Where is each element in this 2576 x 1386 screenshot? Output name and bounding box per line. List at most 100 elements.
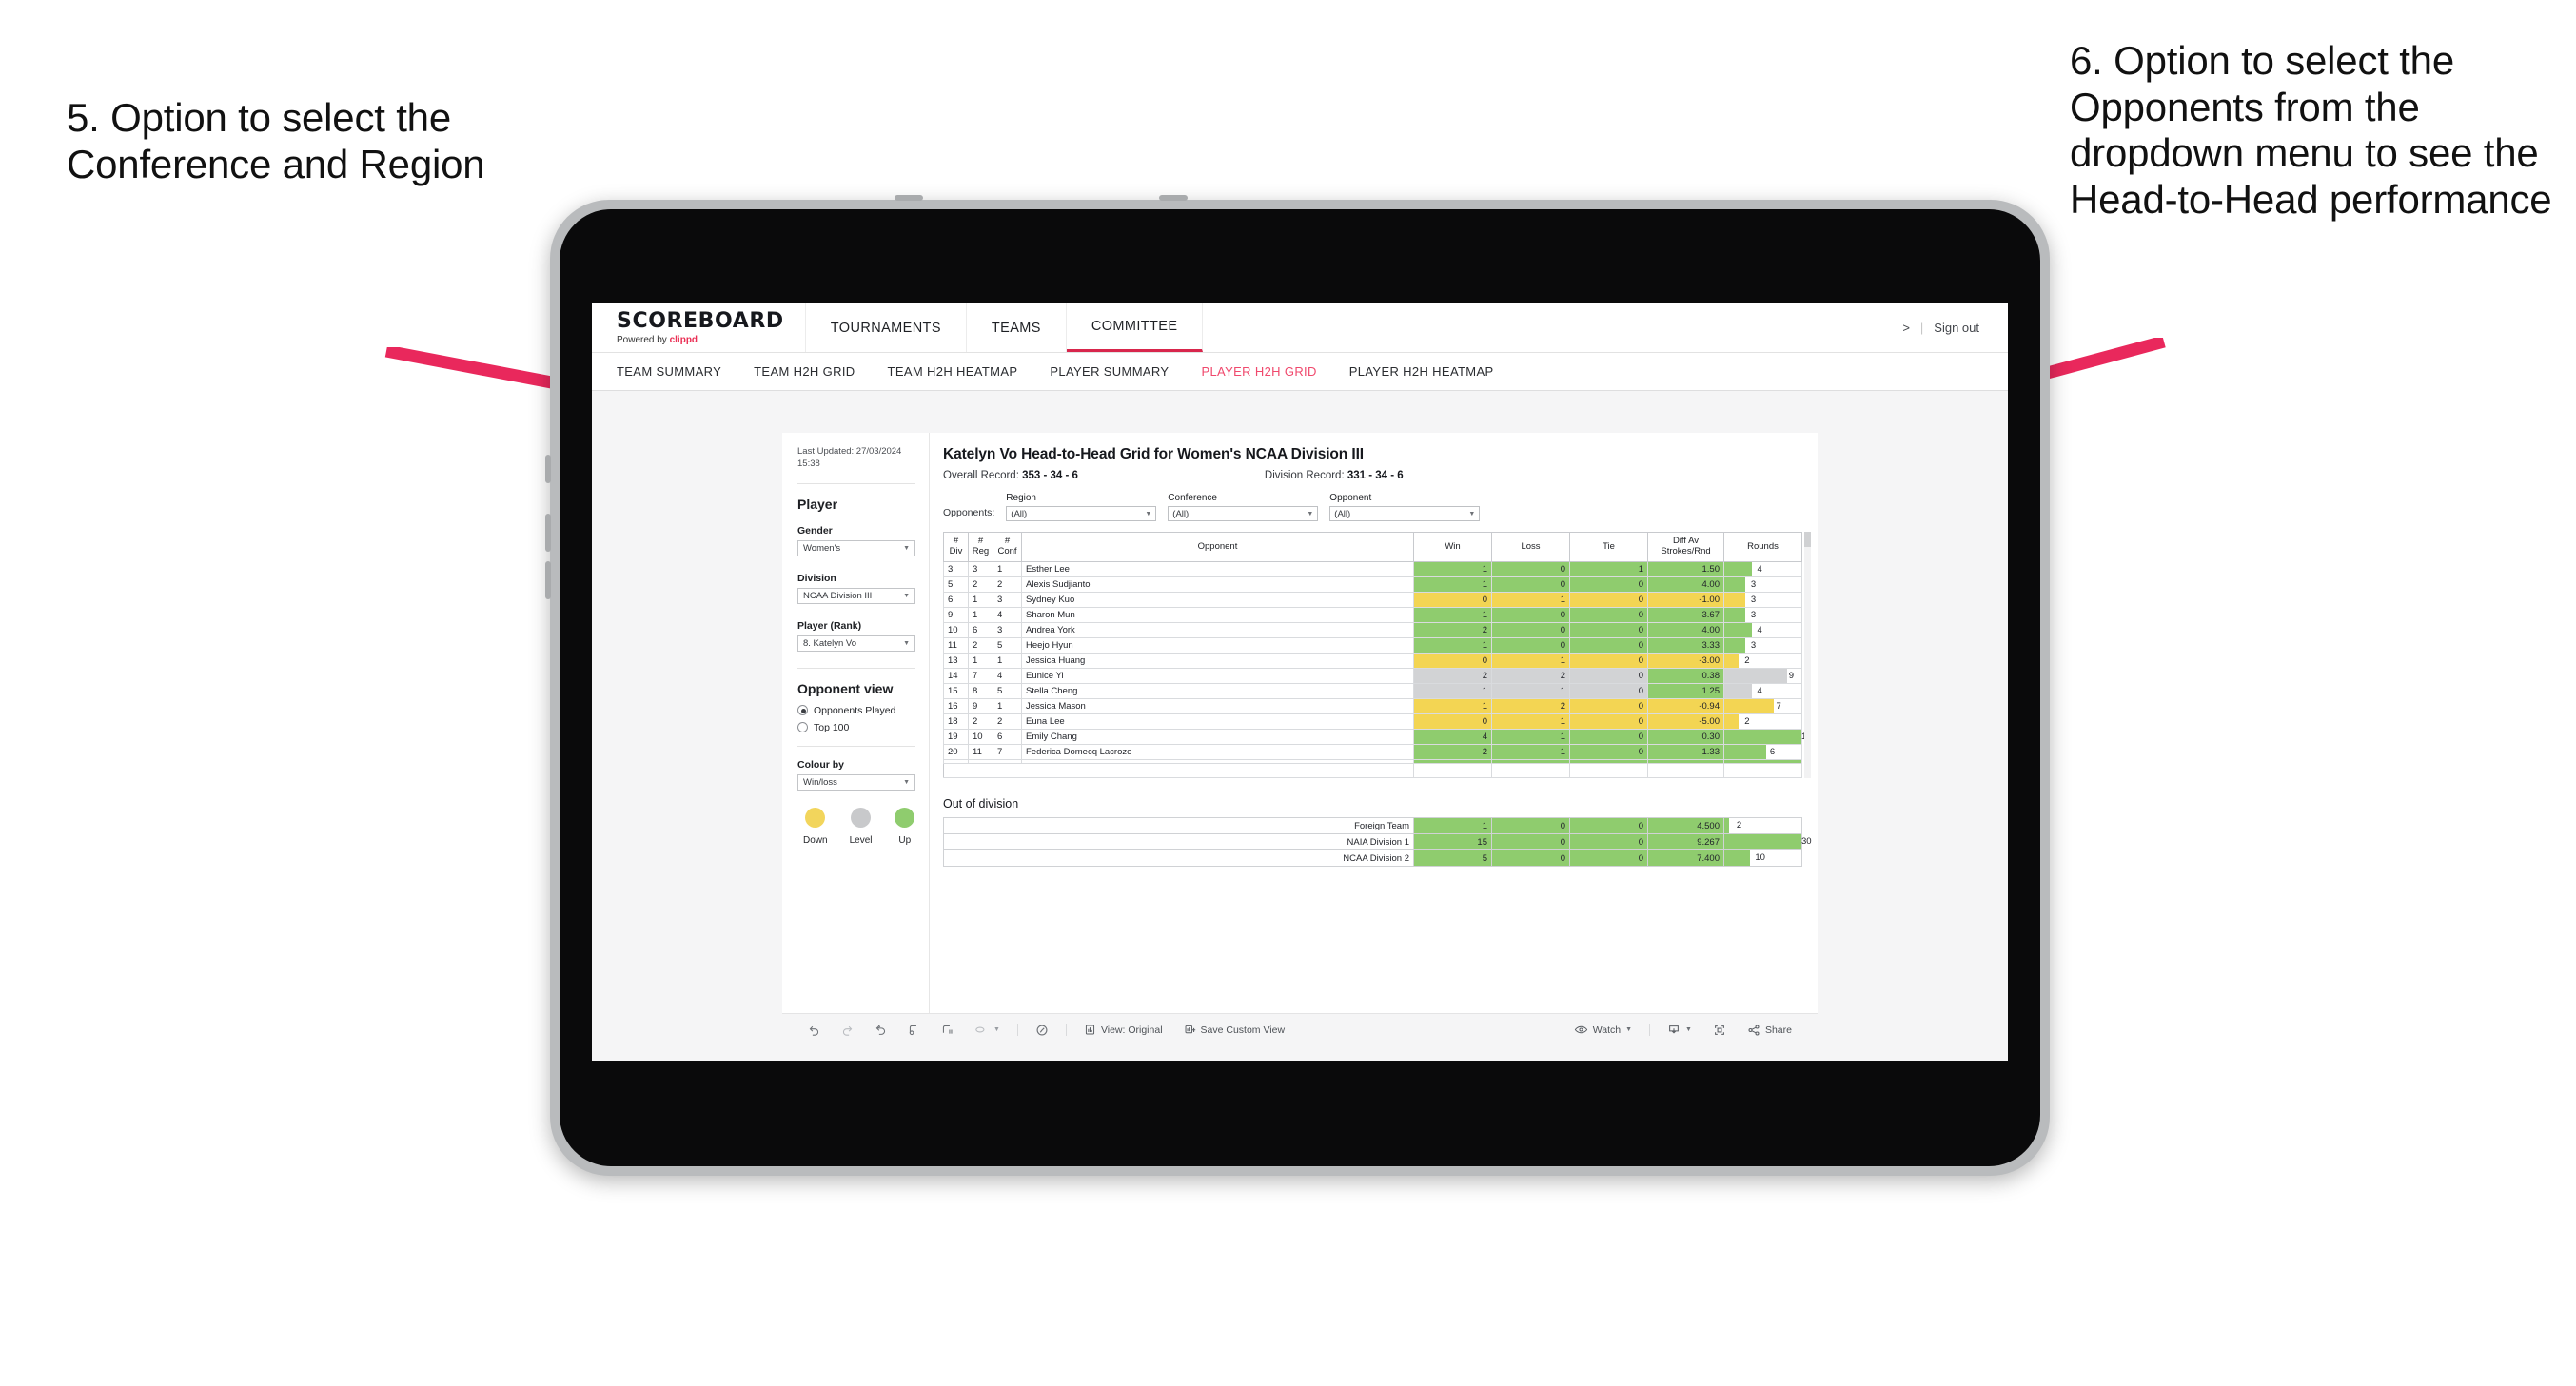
rounds-value: 2 bbox=[1744, 716, 1750, 727]
cell-diff: -1.00 bbox=[1647, 592, 1724, 608]
table-row: 6 1 3 Sydney Kuo 0 1 0 -1.00 3 bbox=[943, 592, 1802, 608]
cell-loss: 1 bbox=[1491, 713, 1570, 730]
view-original-label: View: Original bbox=[1100, 1024, 1163, 1036]
rounds-value: 2 bbox=[1736, 820, 1742, 830]
cell-reg: 11 bbox=[968, 744, 993, 760]
table-row: 19106Emily Chang4100.3011 bbox=[943, 729, 1811, 745]
sign-out-link[interactable]: Sign out bbox=[1934, 321, 1979, 335]
cell-opponent: Euna Lee bbox=[1021, 713, 1414, 730]
highlight-button[interactable]: ▼ bbox=[964, 1024, 1011, 1036]
cell-rounds: 11 bbox=[1723, 729, 1811, 745]
toolbar-divider-3 bbox=[1649, 1024, 1651, 1036]
cell-loss: 1 bbox=[1491, 653, 1570, 669]
watch-button[interactable]: Watch ▼ bbox=[1563, 1024, 1642, 1036]
undo-button[interactable] bbox=[797, 1024, 831, 1036]
tablet-button-volume-up bbox=[545, 514, 551, 552]
rounds-bar bbox=[1724, 818, 1730, 833]
device-preview-button[interactable] bbox=[1025, 1024, 1059, 1037]
table-row: 13 1 1 Jessica Huang 0 1 0 -3.00 2 bbox=[943, 653, 1802, 669]
chevron-down-icon: ▼ bbox=[1307, 510, 1314, 517]
page-title: Katelyn Vo Head-to-Head Grid for Women's… bbox=[943, 446, 1364, 462]
opponent-view-option-top-100[interactable]: Top 100 bbox=[797, 722, 915, 733]
table-row: 16 9 1 Jessica Mason 1 2 0 -0.94 7 bbox=[943, 698, 1802, 714]
rounds-value: 4 bbox=[1757, 564, 1762, 575]
cell-diff: 0.30 bbox=[1647, 729, 1724, 745]
player-rank-select[interactable]: 8. Katelyn Vo ▼ bbox=[797, 634, 915, 652]
chevron-down-icon: ▼ bbox=[1685, 1026, 1692, 1033]
column-header-tie: Tie bbox=[1569, 532, 1648, 562]
grid-scrollbar[interactable] bbox=[1804, 532, 1811, 778]
filter-select-region[interactable]: (All) ▼ bbox=[1006, 506, 1157, 521]
cell-win: 1 bbox=[1413, 698, 1492, 714]
sub-nav-item-player-h2h-grid[interactable]: PLAYER H2H GRID bbox=[1201, 364, 1316, 379]
top-nav-item-teams[interactable]: TEAMS bbox=[967, 303, 1067, 352]
share-label: Share bbox=[1764, 1024, 1792, 1036]
top-nav-item-tournaments[interactable]: TOURNAMENTS bbox=[806, 303, 967, 352]
cell-label: Foreign Team bbox=[943, 817, 1414, 834]
sidebar-divider-1 bbox=[797, 482, 915, 484]
cell-tie: 0 bbox=[1569, 668, 1648, 684]
rounds-bar bbox=[1724, 654, 1739, 668]
revert-button[interactable] bbox=[864, 1024, 897, 1036]
sub-nav-item-team-summary[interactable]: TEAM SUMMARY bbox=[617, 364, 721, 379]
cell-rounds: 4 bbox=[1723, 683, 1802, 699]
cell-tie: 1 bbox=[1569, 561, 1648, 577]
cell-win: 1 bbox=[1413, 637, 1492, 654]
cell-opponent: Stella Cheng bbox=[1021, 683, 1414, 699]
view-original-button[interactable]: View: Original bbox=[1073, 1024, 1173, 1036]
sub-nav-item-player-summary[interactable]: PLAYER SUMMARY bbox=[1050, 364, 1169, 379]
fullscreen-button[interactable] bbox=[1702, 1024, 1737, 1037]
filter-label-region: Region bbox=[1006, 493, 1036, 503]
cell-rounds: 2 bbox=[1723, 713, 1802, 730]
brand-logo[interactable]: SCOREBOARD Powered by clippd bbox=[592, 303, 806, 352]
table-row: 3 3 1 Esther Lee 1 0 1 1.50 4 bbox=[943, 561, 1802, 577]
cell-tie: 0 bbox=[1569, 576, 1648, 593]
cell-tie: 0 bbox=[1569, 653, 1648, 669]
out-of-division-heading: Out of division bbox=[943, 797, 1019, 810]
cell-loss: 0 bbox=[1491, 833, 1570, 850]
filter-select-opponent[interactable]: (All) ▼ bbox=[1329, 506, 1481, 521]
save-custom-view-button[interactable]: Save Custom View bbox=[1173, 1024, 1296, 1036]
account-chevron-icon[interactable]: > bbox=[1902, 321, 1910, 335]
grid-scrollbar-thumb[interactable] bbox=[1804, 532, 1811, 547]
rounds-bar bbox=[1724, 638, 1746, 653]
division-select[interactable]: NCAA Division III ▼ bbox=[797, 587, 915, 604]
h2h-grid-head: # Div # Reg # Conf Opponent Win Loss Tie Diff Av St… bbox=[943, 532, 1802, 562]
cell-diff: 1.25 bbox=[1647, 683, 1724, 699]
cell-diff: 4.00 bbox=[1647, 576, 1724, 593]
redo-button[interactable] bbox=[831, 1024, 864, 1036]
cell-opponent: Federica Domecq Lacroze bbox=[1021, 744, 1414, 760]
cell-loss: 0 bbox=[1491, 561, 1570, 577]
colour-by-select[interactable]: Win/loss ▼ bbox=[797, 773, 915, 791]
top-nav-item-committee[interactable]: COMMITTEE bbox=[1066, 303, 1204, 352]
share-button[interactable]: Share bbox=[1737, 1024, 1802, 1037]
sidebar-heading-opponent-view: Opponent view bbox=[797, 680, 894, 696]
cell-opponent: Emily Chang bbox=[1021, 729, 1414, 745]
cell-reg: 2 bbox=[968, 713, 993, 730]
cell-diff: 9.267 bbox=[1647, 833, 1724, 850]
refresh-button[interactable] bbox=[897, 1024, 931, 1036]
cell-win: 2 bbox=[1413, 668, 1492, 684]
opponent-view-option-opponents-played[interactable]: Opponents Played bbox=[797, 705, 915, 716]
rounds-value: 3 bbox=[1750, 640, 1757, 651]
cell-tie: 0 bbox=[1569, 607, 1648, 623]
download-button[interactable]: ▼ bbox=[1657, 1024, 1702, 1037]
cell-rounds: 10 bbox=[1723, 849, 1802, 867]
sub-nav-item-team-h2h-heatmap[interactable]: TEAM H2H HEATMAP bbox=[888, 364, 1018, 379]
cell-win: 1 bbox=[1413, 817, 1492, 834]
cell-reg: 1 bbox=[968, 607, 993, 623]
filter-region: Region (All) ▼ bbox=[1006, 493, 1157, 521]
viz-main: Katelyn Vo Head-to-Head Grid for Women's… bbox=[930, 433, 1818, 1013]
cell-conf: 6 bbox=[993, 729, 1022, 745]
gender-value: Women's bbox=[803, 542, 841, 554]
sub-nav-item-player-h2h-heatmap[interactable]: PLAYER H2H HEATMAP bbox=[1349, 364, 1494, 379]
filter-select-conference[interactable]: (All) ▼ bbox=[1168, 506, 1319, 521]
gender-field: Gender Women's ▼ bbox=[797, 525, 915, 556]
cell-reg: 2 bbox=[968, 576, 993, 593]
pause-button[interactable] bbox=[931, 1024, 964, 1036]
cell-opponent: Heejo Hyun bbox=[1021, 637, 1414, 654]
gender-select[interactable]: Women's ▼ bbox=[797, 539, 915, 556]
annotation-6-text: 6. Option to select the Opponents from t… bbox=[2070, 38, 2552, 223]
cell-rounds: 3 bbox=[1723, 607, 1802, 623]
sub-nav-item-team-h2h-grid[interactable]: TEAM H2H GRID bbox=[754, 364, 855, 379]
